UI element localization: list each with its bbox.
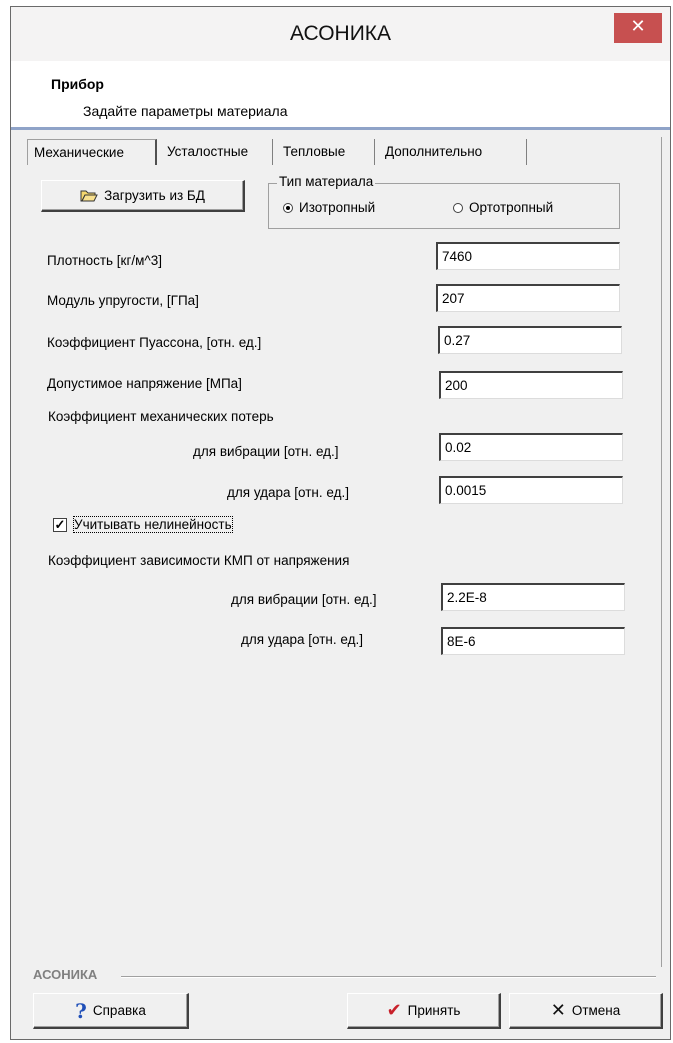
footer-brand: АСОНИКА: [33, 967, 98, 982]
tab-additional[interactable]: Дополнительно: [379, 139, 527, 165]
help-button[interactable]: ? Справка: [33, 993, 189, 1029]
header-separator: [11, 127, 670, 130]
close-icon: ✕: [630, 16, 646, 37]
cancel-icon: ✕: [550, 1000, 566, 1021]
load-from-db-label: Загрузить из БД: [104, 188, 205, 203]
dialog-window: АСОНИКА ✕ Прибор Задайте параметры матер…: [10, 6, 671, 1040]
wizard-header: Прибор Задайте параметры материала: [11, 61, 670, 127]
radio-isotropic-dot[interactable]: [283, 202, 293, 213]
tab-thermal[interactable]: Тепловые: [277, 139, 375, 165]
poisson-input[interactable]: [438, 326, 622, 354]
loss-shock-input[interactable]: [439, 476, 623, 504]
help-icon: ?: [75, 998, 87, 1023]
kmp-vibration-input[interactable]: [441, 583, 625, 611]
tab-mechanical[interactable]: Механические: [27, 139, 157, 165]
folder-open-icon: [80, 190, 98, 201]
radio-isotropic[interactable]: Изотропный: [283, 200, 375, 215]
modulus-input[interactable]: [436, 284, 620, 312]
kmp-heading: Коэффициент зависимости КМП от напряжени…: [48, 553, 350, 568]
help-label: Справка: [92, 1003, 146, 1018]
kmp-shock-label: для удара [отн. ед.]: [241, 632, 363, 647]
nonlinear-checkbox[interactable]: ✓: [53, 518, 67, 532]
checkmark-icon: ✔: [386, 1000, 402, 1021]
accept-button[interactable]: ✔ Принять: [347, 993, 501, 1029]
tab-fatigue[interactable]: Усталостные: [161, 139, 273, 165]
window-title: АСОНИКА: [289, 22, 392, 45]
radio-orthotropic-label: Ортотропный: [469, 200, 554, 215]
stress-label: Допустимое напряжение [МПа]: [47, 376, 242, 391]
density-label: Плотность [кг/м^3]: [47, 253, 163, 268]
header-subtitle: Задайте параметры материала: [83, 103, 288, 119]
cancel-label: Отмена: [571, 1003, 621, 1018]
stress-input[interactable]: [439, 371, 623, 399]
kmp-vibration-label: для вибрации [отн. ед.]: [231, 592, 377, 607]
header-title: Прибор: [51, 76, 104, 92]
load-from-db-button[interactable]: Загрузить из БД: [41, 180, 245, 212]
loss-vibration-label: для вибрации [отн. ед.]: [193, 444, 339, 459]
title-bar[interactable]: АСОНИКА ✕: [11, 7, 670, 61]
nonlinear-label[interactable]: Учитывать нелинейность: [73, 516, 233, 533]
tab-panel-border: [661, 137, 662, 967]
radio-orthotropic[interactable]: Ортотропный: [453, 200, 553, 215]
loss-heading: Коэффициент механических потерь: [48, 409, 274, 424]
cancel-button[interactable]: ✕ Отмена: [509, 993, 663, 1029]
density-input[interactable]: [436, 242, 620, 270]
radio-orthotropic-dot[interactable]: [453, 202, 463, 213]
modulus-label: Модуль упругости, [ГПа]: [47, 293, 199, 308]
radio-isotropic-label: Изотропный: [299, 200, 376, 215]
accept-label: Принять: [407, 1003, 461, 1018]
material-type-label: Тип материала: [277, 174, 376, 189]
close-button[interactable]: ✕: [614, 13, 662, 43]
footer-divider: [121, 976, 656, 978]
poisson-label: Коэффициент Пуассона, [отн. ед.]: [47, 335, 262, 350]
loss-vibration-input[interactable]: [439, 433, 623, 461]
kmp-shock-input[interactable]: [441, 627, 625, 655]
loss-shock-label: для удара [отн. ед.]: [227, 485, 349, 500]
